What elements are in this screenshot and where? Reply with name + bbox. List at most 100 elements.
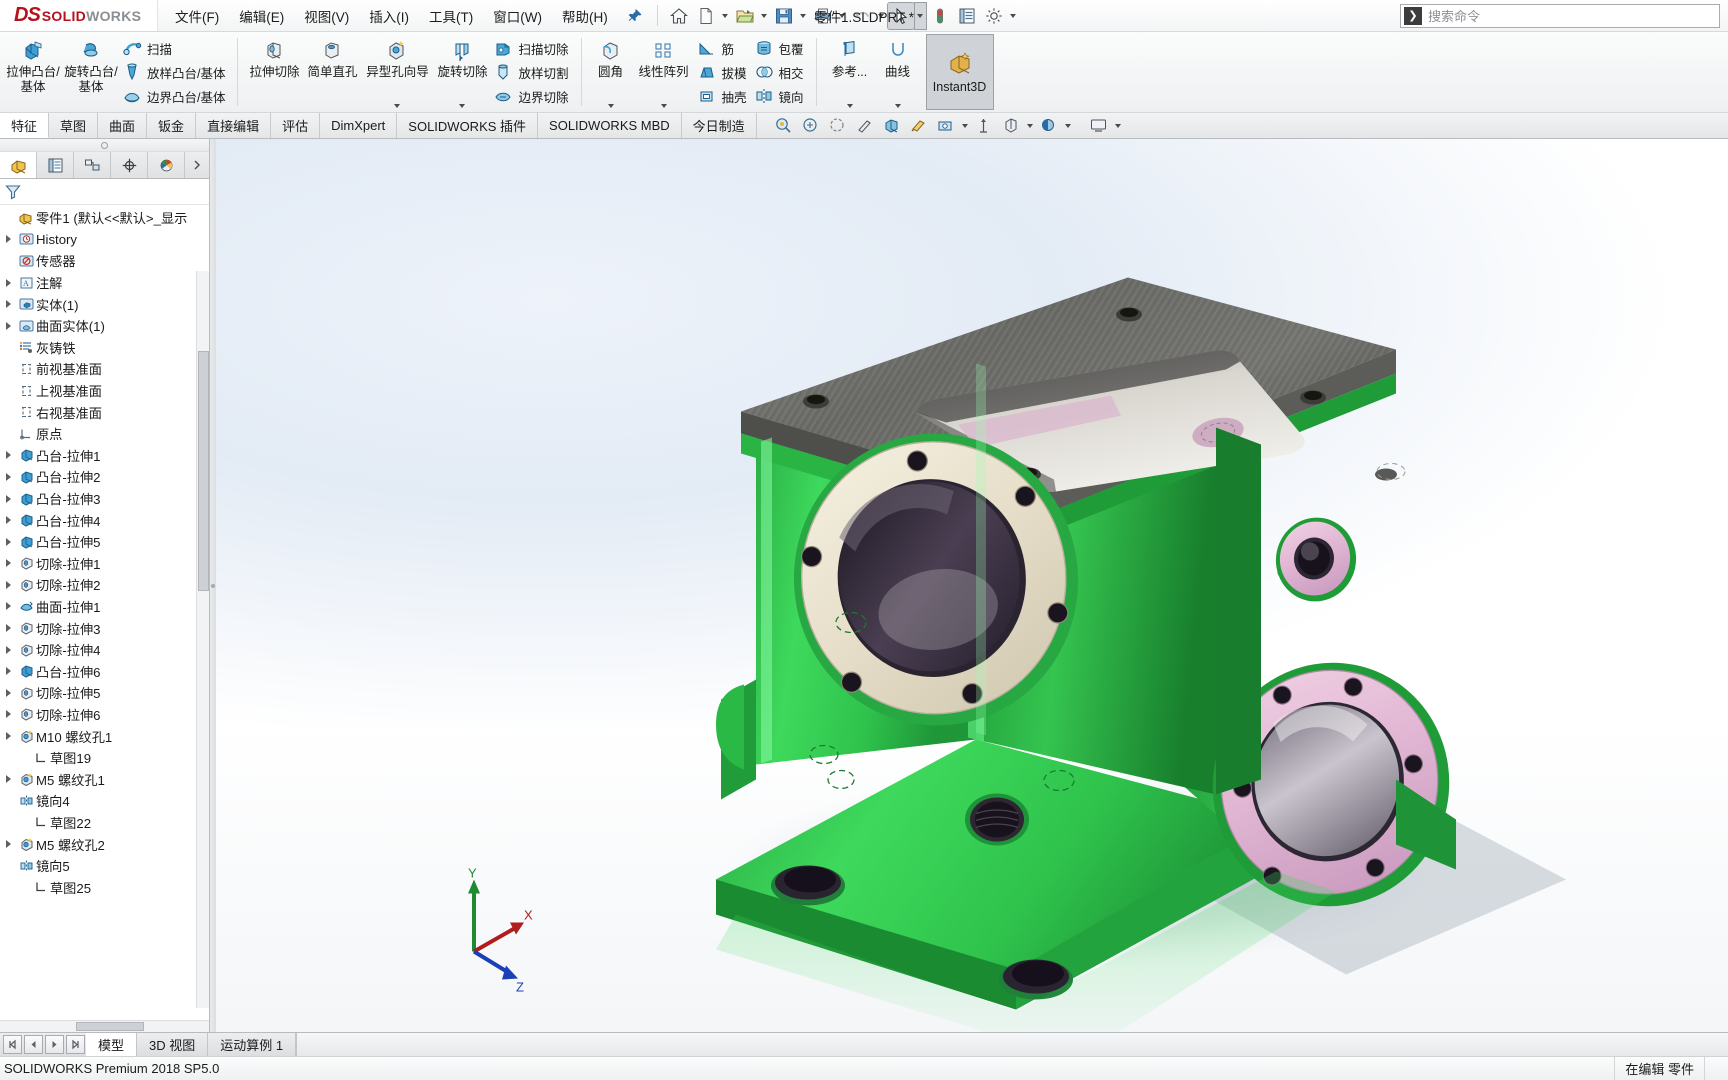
reference-geometry-button[interactable]: 参考... xyxy=(824,34,876,110)
fillet-button[interactable]: 圆角 xyxy=(589,34,633,110)
mirror-button[interactable]: 镜向 xyxy=(752,84,809,108)
search-command-box[interactable]: ❯ 搜索命令 xyxy=(1400,3,1720,28)
tree-expand-arrow[interactable] xyxy=(0,840,16,849)
undo-icon[interactable] xyxy=(849,3,875,29)
tab-addins[interactable]: SOLIDWORKS 插件 xyxy=(397,113,539,138)
tree-item[interactable]: A 注解 xyxy=(0,272,209,294)
instant3d-button[interactable]: Instant3D xyxy=(925,34,994,110)
print-icon[interactable] xyxy=(810,3,836,29)
tree-item[interactable]: 凸台-拉伸3 xyxy=(0,488,209,510)
tree-item[interactable]: 切除-拉伸3 xyxy=(0,617,209,639)
tree-item[interactable]: 原点 xyxy=(0,423,209,445)
tree-item[interactable]: 传感器 xyxy=(0,250,209,272)
new-document-dropdown[interactable] xyxy=(720,3,731,29)
tree-horizontal-scrollbar[interactable] xyxy=(0,1020,209,1032)
prev-icon[interactable] xyxy=(24,1035,43,1054)
select-arrow-icon[interactable] xyxy=(886,1,915,30)
bottom-tab-motion-study-1[interactable]: 运动算例 1 xyxy=(208,1033,297,1056)
manager-tab-expand[interactable] xyxy=(185,152,209,178)
tree-expand-arrow[interactable] xyxy=(0,300,16,309)
revolve-cut-button[interactable]: 旋转切除 xyxy=(433,34,491,110)
menu-view[interactable]: 视图(V) xyxy=(295,2,358,30)
tree-root-item[interactable]: 零件1 (默认<<默认>_显示 xyxy=(0,207,209,229)
curves-dropdown[interactable] xyxy=(894,104,901,108)
intersect-button[interactable]: 相交 xyxy=(752,60,809,84)
tree-item[interactable]: M5 螺纹孔1 xyxy=(0,768,209,790)
tree-item[interactable]: M10 螺纹孔1 xyxy=(0,725,209,747)
tab-direct-edit[interactable]: 直接编辑 xyxy=(196,113,272,138)
shell-button[interactable]: 抽壳 xyxy=(695,84,752,108)
tree-item[interactable]: 凸台-拉伸4 xyxy=(0,509,209,531)
tree-item[interactable]: History xyxy=(0,229,209,251)
pin-menu-button[interactable] xyxy=(617,0,653,31)
tree-expand-arrow[interactable] xyxy=(0,667,16,676)
menu-edit[interactable]: 编辑(E) xyxy=(230,2,293,30)
property-manager-tab[interactable] xyxy=(37,152,74,178)
tree-expand-arrow[interactable] xyxy=(0,602,16,611)
zoom-to-area-icon[interactable] xyxy=(798,114,824,138)
tree-item[interactable]: 切除-拉伸6 xyxy=(0,704,209,726)
tree-item[interactable]: 凸台-拉伸2 xyxy=(0,466,209,488)
hide-show-items-icon[interactable] xyxy=(933,114,959,138)
hide-show-items-dropdown[interactable] xyxy=(960,114,970,138)
zoom-to-fit-icon[interactable] xyxy=(771,114,797,138)
bottom-tab-model[interactable]: 模型 xyxy=(86,1033,138,1056)
tree-item[interactable]: M5 螺纹孔2 xyxy=(0,833,209,855)
curves-button[interactable]: 曲线 xyxy=(876,34,920,110)
loft-boss-button[interactable]: 放样凸台/基体 xyxy=(120,60,230,84)
extrude-cut-button[interactable]: 拉伸切除 xyxy=(245,34,303,110)
settings-gear-icon[interactable] xyxy=(981,3,1007,29)
tab-surfaces[interactable]: 曲面 xyxy=(98,113,148,138)
previous-view-icon[interactable] xyxy=(825,114,851,138)
graphics-viewport[interactable]: Y X Z xyxy=(216,139,1728,1032)
boundary-boss-button[interactable]: 边界凸台/基体 xyxy=(120,84,230,108)
tree-expand-arrow[interactable] xyxy=(0,494,16,503)
tree-item[interactable]: 草图25 xyxy=(0,876,209,898)
tree-expand-arrow[interactable] xyxy=(0,235,16,244)
bottom-tab-3d-views[interactable]: 3D 视图 xyxy=(137,1033,209,1056)
apply-scene-dropdown[interactable] xyxy=(1025,114,1035,138)
tree-filter-row[interactable] xyxy=(0,179,209,205)
tree-item[interactable]: 曲面实体(1) xyxy=(0,315,209,337)
tree-expand-arrow[interactable] xyxy=(0,645,16,654)
cad-model[interactable]: Y X Z xyxy=(216,139,1728,1032)
tree-item[interactable]: 曲面-拉伸1 xyxy=(0,596,209,618)
fillet-dropdown[interactable] xyxy=(607,104,614,108)
revolve-cut-dropdown[interactable] xyxy=(459,104,466,108)
rib-button[interactable]: 筋 xyxy=(695,36,752,60)
open-folder-dropdown[interactable] xyxy=(759,3,770,29)
tree-expand-arrow[interactable] xyxy=(0,278,16,287)
tab-sketch[interactable]: 草图 xyxy=(49,113,99,138)
tree-item[interactable]: 实体(1) xyxy=(0,293,209,315)
next-icon[interactable] xyxy=(45,1035,64,1054)
new-document-icon[interactable] xyxy=(693,3,719,29)
tree-item[interactable]: 镜向4 xyxy=(0,790,209,812)
tree-item[interactable]: 镜向5 xyxy=(0,855,209,877)
full-screen-dropdown[interactable] xyxy=(1113,114,1123,138)
menu-help[interactable]: 帮助(H) xyxy=(553,2,617,30)
tree-item[interactable]: 凸台-拉伸5 xyxy=(0,531,209,553)
tab-sheet-metal[interactable]: 钣金 xyxy=(147,113,197,138)
tab-features[interactable]: 特征 xyxy=(0,113,50,138)
tab-manufacturing-today[interactable]: 今日制造 xyxy=(682,113,757,138)
view-orientation-icon[interactable] xyxy=(879,114,905,138)
tree-expand-arrow[interactable] xyxy=(0,580,16,589)
view-settings-icon[interactable] xyxy=(1036,114,1062,138)
configuration-manager-tab[interactable] xyxy=(74,152,111,178)
tree-expand-arrow[interactable] xyxy=(0,710,16,719)
first-icon[interactable] xyxy=(3,1035,22,1054)
linear-pattern-button[interactable]: 线性阵列 xyxy=(633,34,695,110)
tree-vertical-scrollbar[interactable] xyxy=(196,271,209,1008)
hole-wizard-button[interactable]: 异型孔向导 xyxy=(361,34,433,110)
extrude-boss-button[interactable]: 拉伸凸台/基体 xyxy=(4,34,62,110)
undo-dropdown[interactable] xyxy=(876,3,887,29)
full-screen-icon[interactable] xyxy=(1086,114,1112,138)
tree-item[interactable]: 切除-拉伸5 xyxy=(0,682,209,704)
tree-item[interactable]: 草图22 xyxy=(0,812,209,834)
menu-window[interactable]: 窗口(W) xyxy=(484,2,551,30)
tree-item[interactable]: 前视基准面 xyxy=(0,358,209,380)
tab-evaluate[interactable]: 评估 xyxy=(271,113,321,138)
tree-item[interactable]: 切除-拉伸4 xyxy=(0,639,209,661)
feature-tree[interactable]: 零件1 (默认<<默认>_显示 History 传感器 A 注解 实体(1) 曲面实体(1… xyxy=(0,205,209,1020)
tab-dimxpert[interactable]: DimXpert xyxy=(320,113,398,138)
